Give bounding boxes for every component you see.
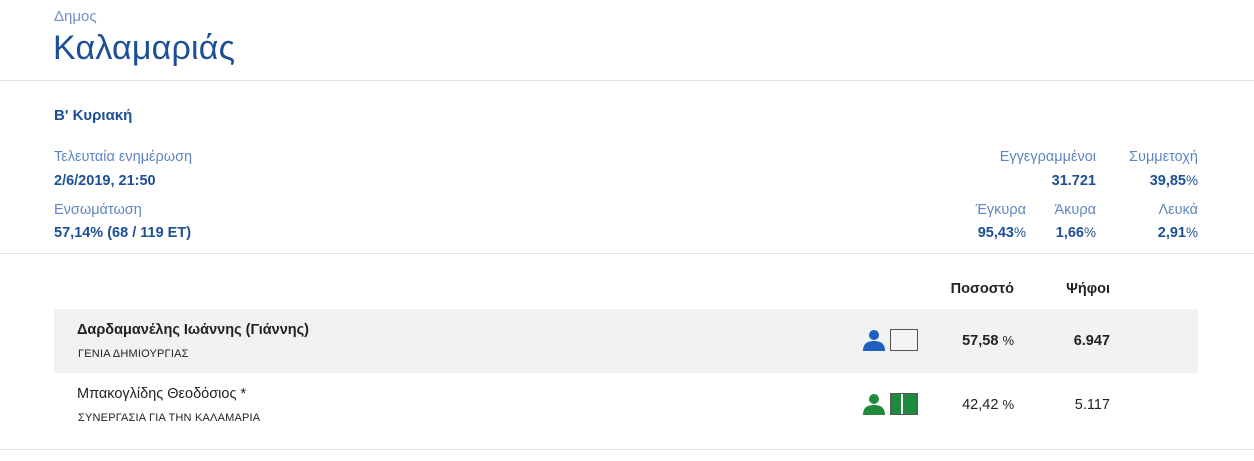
candidate-party: ΣΥΝΕΡΓΑΣΙΑ ΓΙΑ ΤΗΝ ΚΑΛΑΜΑΡΙΑ <box>78 412 261 424</box>
blank-label: Λευκά <box>1158 202 1198 218</box>
incorporation-value: 57,14% (68 / 119 ΕΤ) <box>54 225 192 241</box>
person-icon <box>863 394 885 415</box>
candidate-percent: 42,42 % <box>962 397 1014 413</box>
municipality-type-label: Δημος <box>54 8 97 25</box>
candidate-name: Μπακογλίδης Θεοδόσιος * <box>77 386 247 402</box>
valid-label: Έγκυρα <box>975 202 1026 218</box>
turnout-value: 39,85% <box>1149 173 1198 189</box>
party-flag-icon <box>890 329 918 351</box>
candidate-row[interactable]: Μπακογλίδης Θεοδόσιος * ΣΥΝΕΡΓΑΣΙΑ ΓΙΑ Τ… <box>54 373 1198 437</box>
candidate-percent: 57,58 % <box>962 333 1014 349</box>
blank-value: 2,91% <box>1157 225 1198 241</box>
page-title: Καλαμαριάς <box>53 29 236 67</box>
round-label: Β' Κυριακή <box>54 107 133 124</box>
registered-label: Εγγεγραμμένοι <box>999 149 1096 165</box>
election-stats: Β' Κυριακή Τελευταία ενημέρωση 2/6/2019,… <box>0 81 1254 254</box>
incorporation-label: Ενσωμάτωση <box>54 202 142 218</box>
person-icon <box>863 330 885 351</box>
page-header: Δημος Καλαμαριάς <box>0 0 1254 81</box>
invalid-value: 1,66% <box>1055 225 1096 241</box>
flag-stripe <box>903 394 917 414</box>
votes-column-header: Ψήφοι <box>1066 281 1110 297</box>
valid-value: 95,43% <box>977 225 1026 241</box>
candidate-party: ΓΕΝΙΑ ΔΗΜΙΟΥΡΓΙΑΣ <box>78 348 189 360</box>
invalid-label: Άκυρα <box>1054 202 1097 218</box>
results-table: Ποσοστό Ψήφοι Δαρδαμανέλης Ιωάννης (Γιάν… <box>0 254 1254 450</box>
candidate-votes: 6.947 <box>1073 333 1110 349</box>
flag-stripe <box>891 394 901 414</box>
candidate-row[interactable]: Δαρδαμανέλης Ιωάννης (Γιάννης) ΓΕΝΙΑ ΔΗΜ… <box>54 309 1198 373</box>
turnout-label: Συμμετοχή <box>1129 149 1198 165</box>
candidate-votes: 5.117 <box>1074 397 1110 413</box>
last-update-value: 2/6/2019, 21:50 <box>54 173 156 189</box>
last-update-label: Τελευταία ενημέρωση <box>54 149 193 165</box>
percent-column-header: Ποσοστό <box>950 281 1014 297</box>
registered-value: 31.721 <box>1051 173 1096 189</box>
candidate-name: Δαρδαμανέλης Ιωάννης (Γιάννης) <box>77 322 310 338</box>
party-flag-icon <box>890 393 918 415</box>
page: Δημος Καλαμαριάς Β' Κυριακή Τελευταία εν… <box>0 0 1254 461</box>
